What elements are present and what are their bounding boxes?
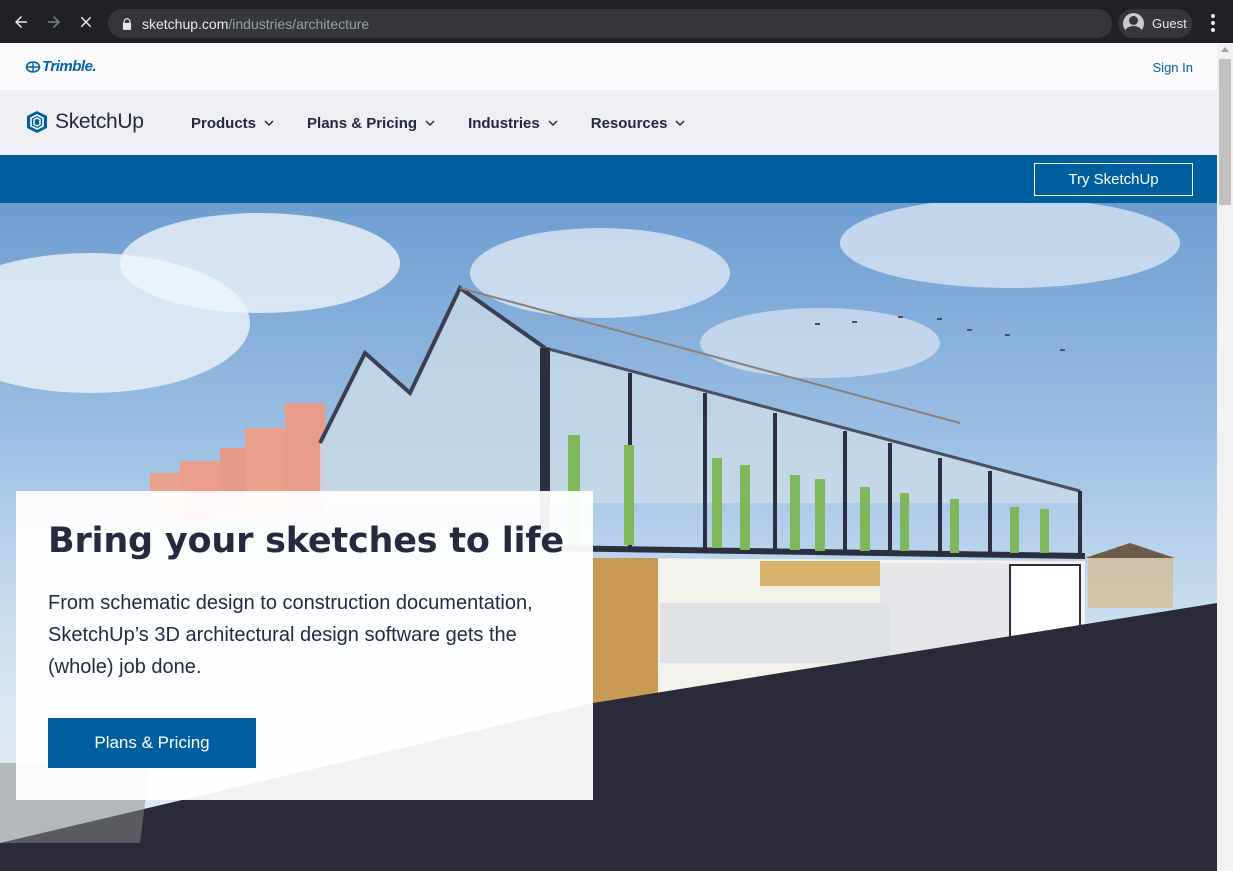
kebab-menu-icon[interactable] xyxy=(1204,12,1222,34)
browser-toolbar: sketchup.com/industries/architecture Gue… xyxy=(0,0,1233,43)
sign-in-link[interactable]: Sign In xyxy=(1153,60,1193,75)
sketchup-logo[interactable]: SketchUp xyxy=(25,110,144,134)
hero-card: Bring your sketches to life From schemat… xyxy=(16,491,593,800)
back-arrow-icon[interactable] xyxy=(9,10,33,34)
trimble-globe-icon xyxy=(25,60,41,73)
chevron-down-icon xyxy=(675,120,685,127)
chevron-down-icon xyxy=(548,120,558,127)
url-path: /industries/architecture xyxy=(228,15,370,32)
hero-section: Bring your sketches to life From schemat… xyxy=(0,203,1217,871)
cta-bar: Try SketchUp xyxy=(0,155,1217,203)
scroll-up-icon[interactable] xyxy=(1221,47,1229,52)
nav-item-label: Industries xyxy=(468,114,540,132)
web-page: Trimble. Sign In SketchUp Products Plans… xyxy=(0,43,1217,871)
url-host: sketchup.com xyxy=(142,15,229,32)
lock-icon xyxy=(122,17,132,30)
plans-pricing-button[interactable]: Plans & Pricing xyxy=(48,718,256,768)
nav-item-resources[interactable]: Resources xyxy=(591,115,686,132)
nav-item-label: Products xyxy=(191,114,257,132)
hero-description: From schematic design to construction do… xyxy=(48,592,533,678)
profile-icon xyxy=(1123,13,1144,34)
nav-item-industries[interactable]: Industries xyxy=(468,115,558,132)
scrollbar-thumb[interactable] xyxy=(1219,59,1231,205)
nav-item-label: Plans & Pricing xyxy=(307,114,418,132)
url-text: sketchup.com/industries/architecture xyxy=(142,16,369,32)
page-scrollbar[interactable] xyxy=(1217,43,1233,871)
profile-name: Guest xyxy=(1152,16,1187,31)
main-nav: SketchUp Products Plans & Pricing Indust… xyxy=(0,91,1217,155)
nav-menu: Products Plans & Pricing Industries Reso… xyxy=(191,91,718,155)
try-sketchup-button[interactable]: Try SketchUp xyxy=(1034,163,1193,196)
trimble-logo[interactable]: Trimble. xyxy=(25,58,97,75)
chevron-down-icon xyxy=(264,120,274,127)
sketchup-wordmark: SketchUp xyxy=(55,110,144,133)
chevron-down-icon xyxy=(425,120,435,127)
hero-title: Bring your sketches to life xyxy=(48,521,564,561)
nav-item-plans-pricing[interactable]: Plans & Pricing xyxy=(307,115,435,132)
trimble-wordmark: Trimble. xyxy=(42,58,97,75)
sketchup-cube-icon xyxy=(27,111,47,133)
nav-item-products[interactable]: Products xyxy=(191,115,274,132)
stop-loading-icon[interactable] xyxy=(74,10,98,34)
nav-item-label: Resources xyxy=(590,114,668,132)
trimble-topbar: Trimble. Sign In xyxy=(0,43,1217,91)
profile-button[interactable]: Guest xyxy=(1118,9,1192,38)
address-bar[interactable]: sketchup.com/industries/architecture xyxy=(108,9,1112,38)
forward-arrow-icon[interactable] xyxy=(42,10,66,34)
